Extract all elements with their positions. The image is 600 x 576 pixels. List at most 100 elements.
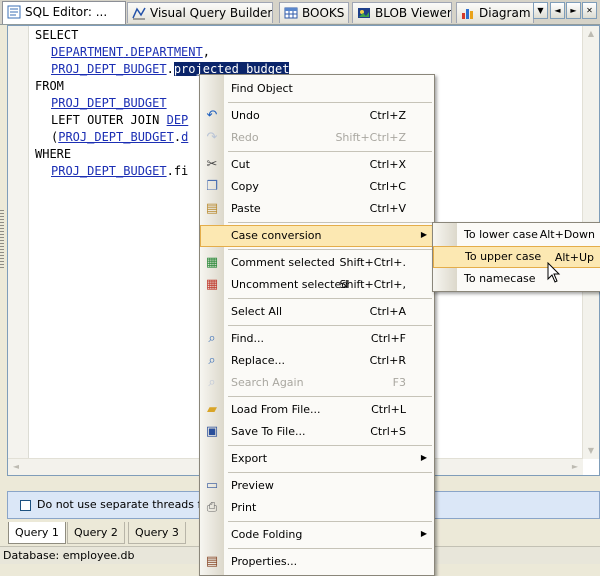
menu-item-undo[interactable]: ↶ Undo Ctrl+Z bbox=[200, 105, 434, 127]
menu-item-export[interactable]: Export ▶ bbox=[200, 448, 434, 470]
menu-item-comment-selected[interactable]: ▦ Comment selected Shift+Ctrl+. bbox=[200, 252, 434, 274]
tab-scroll-right-button[interactable]: ► bbox=[566, 2, 581, 19]
menu-item-find-object[interactable]: Find Object bbox=[200, 78, 434, 100]
identifier-link[interactable]: PROJ_DEPT_BUDGET bbox=[51, 164, 167, 178]
menu-item-shortcut: Ctrl+R bbox=[369, 354, 406, 367]
identifier: .fi bbox=[166, 164, 189, 178]
menu-item-shortcut: Ctrl+F bbox=[370, 332, 406, 345]
scroll-up-icon[interactable]: ▲ bbox=[583, 26, 599, 42]
code-line: LEFT OUTER JOIN DEP bbox=[51, 112, 188, 129]
separate-threads-label: Do not use separate threads for e bbox=[37, 498, 223, 511]
tab-query-3[interactable]: Query 3 bbox=[128, 522, 186, 544]
editor-gutter bbox=[8, 26, 29, 459]
menu-item-select-all[interactable]: Select All Ctrl+A bbox=[200, 301, 434, 323]
menu-item-label: Load From File... bbox=[231, 403, 321, 416]
menu-item-label: Comment selected bbox=[231, 256, 335, 269]
menu-item-label: Replace... bbox=[231, 354, 286, 367]
menu-item-replace[interactable]: ⌕ Replace... Ctrl+R bbox=[200, 350, 434, 372]
tab-diagram[interactable]: Diagram bbox=[456, 2, 534, 23]
identifier-link[interactable]: d bbox=[181, 130, 188, 144]
comma: , bbox=[202, 45, 210, 59]
menu-item-case-conversion[interactable]: Case conversion ▶ bbox=[200, 225, 434, 247]
menu-separator bbox=[228, 396, 432, 397]
tab-label: Query 3 bbox=[135, 526, 179, 539]
scroll-down-icon[interactable]: ▼ bbox=[583, 443, 599, 459]
identifier-link[interactable]: PROJ_DEPT_BUDGET bbox=[58, 130, 174, 144]
menu-separator bbox=[228, 325, 432, 326]
arrow-left-icon: ◄ bbox=[554, 6, 561, 15]
menu-item-search-again[interactable]: ⌕ Search Again F3 bbox=[200, 372, 434, 394]
menu-item-to-namecase[interactable]: To namecase bbox=[433, 268, 600, 290]
menu-separator bbox=[228, 548, 432, 549]
submenu-arrow-icon: ▶ bbox=[420, 529, 427, 538]
search-again-icon: ⌕ bbox=[208, 375, 216, 390]
tab-bar: SQL Editor: ... Visual Query Builder BOO… bbox=[0, 0, 600, 25]
menu-separator bbox=[228, 521, 432, 522]
menu-item-copy[interactable]: ❐ Copy Ctrl+C bbox=[200, 176, 434, 198]
identifier-link[interactable]: PROJ_DEPT_BUDGET bbox=[51, 62, 167, 76]
splitter-grip[interactable] bbox=[0, 210, 4, 270]
tab-label: Visual Query Builder bbox=[150, 6, 273, 20]
blob-icon bbox=[358, 8, 370, 18]
menu-item-label: Undo bbox=[231, 109, 260, 122]
tab-query-1[interactable]: Query 1 bbox=[8, 522, 66, 544]
menu-item-preview[interactable]: ▭ Preview bbox=[200, 475, 434, 497]
identifier-link[interactable]: DEPARTMENT bbox=[51, 45, 123, 59]
tab-label: Diagram bbox=[479, 6, 531, 20]
close-tab-button[interactable]: ✕ bbox=[582, 2, 597, 19]
open-folder-icon: ▰ bbox=[207, 402, 217, 417]
diagram-icon bbox=[462, 9, 473, 19]
tab-scroll-left-button[interactable]: ◄ bbox=[550, 2, 565, 19]
menu-item-to-upper-case[interactable]: To upper case Alt+Up bbox=[433, 246, 600, 268]
sql-editor-icon bbox=[7, 5, 21, 19]
menu-item-shortcut: Ctrl+C bbox=[369, 180, 406, 193]
keyword: FROM bbox=[35, 79, 64, 93]
replace-icon: ⌕ bbox=[208, 353, 216, 368]
code-line: PROJ_DEPT_BUDGET bbox=[51, 95, 167, 112]
scroll-left-icon[interactable]: ◄ bbox=[8, 459, 24, 475]
tab-label: BOOKS bbox=[302, 6, 345, 20]
code-line: DEPARTMENT.DEPARTMENT, bbox=[51, 44, 210, 61]
find-icon: ⌕ bbox=[208, 331, 216, 346]
menu-item-code-folding[interactable]: Code Folding ▶ bbox=[200, 524, 434, 546]
identifier-link[interactable]: DEP bbox=[167, 113, 189, 127]
scroll-right-icon[interactable]: ► bbox=[567, 459, 583, 475]
menu-item-label: To namecase bbox=[464, 272, 536, 285]
menu-item-save-to-file[interactable]: ▣ Save To File... Ctrl+S bbox=[200, 421, 434, 443]
tab-list-dropdown-button[interactable]: ▼ bbox=[533, 2, 548, 19]
menu-item-shortcut: Shift+Ctrl+Z bbox=[335, 131, 406, 144]
menu-item-print[interactable]: ⎙ Print bbox=[200, 497, 434, 519]
menu-item-load-from-file[interactable]: ▰ Load From File... Ctrl+L bbox=[200, 399, 434, 421]
menu-item-redo[interactable]: ↷ Redo Shift+Ctrl+Z bbox=[200, 127, 434, 149]
menu-item-uncomment-selected[interactable]: ▦ Uncomment selected Shift+Ctrl+, bbox=[200, 274, 434, 296]
menu-item-cut[interactable]: ✂ Cut Ctrl+X bbox=[200, 154, 434, 176]
menu-item-properties[interactable]: ▤ Properties... bbox=[200, 551, 434, 573]
identifier-link[interactable]: PROJ_DEPT_BUDGET bbox=[51, 96, 167, 110]
menu-separator bbox=[228, 472, 432, 473]
keyword: SELECT bbox=[35, 28, 79, 42]
submenu-arrow-icon: ▶ bbox=[420, 230, 427, 239]
code-line: PROJ_DEPT_BUDGET.fi bbox=[51, 163, 188, 180]
tab-blob-viewer[interactable]: BLOB Viewer bbox=[352, 2, 452, 23]
separate-threads-checkbox[interactable] bbox=[20, 500, 31, 511]
tab-books[interactable]: BOOKS bbox=[279, 2, 349, 23]
case-conversion-submenu: To lower case Alt+Down To upper case Alt+U… bbox=[432, 222, 600, 292]
tab-query-2[interactable]: Query 2 bbox=[67, 522, 125, 544]
menu-item-label: Search Again bbox=[231, 376, 304, 389]
menu-item-to-lower-case[interactable]: To lower case Alt+Down bbox=[433, 224, 600, 246]
menu-item-label: Print bbox=[231, 501, 257, 514]
menu-item-paste[interactable]: ▤ Paste Ctrl+V bbox=[200, 198, 434, 220]
menu-item-shortcut: Alt+Down bbox=[539, 228, 595, 241]
arrow-right-icon: ► bbox=[570, 6, 577, 15]
menu-item-label: Paste bbox=[231, 202, 261, 215]
tab-visual-query-builder[interactable]: Visual Query Builder bbox=[127, 2, 273, 23]
menu-item-shortcut: Shift+Ctrl+. bbox=[339, 256, 406, 269]
code-line: FROM bbox=[35, 78, 64, 95]
print-icon: ⎙ bbox=[206, 500, 218, 515]
identifier-link[interactable]: DEPARTMENT bbox=[130, 45, 202, 59]
keyword: LEFT OUTER JOIN bbox=[51, 113, 167, 127]
tab-sql-editor[interactable]: SQL Editor: ... bbox=[2, 1, 126, 24]
menu-item-find[interactable]: ⌕ Find... Ctrl+F bbox=[200, 328, 434, 350]
menu-item-label: Cut bbox=[231, 158, 250, 171]
menu-item-label: Copy bbox=[231, 180, 259, 193]
